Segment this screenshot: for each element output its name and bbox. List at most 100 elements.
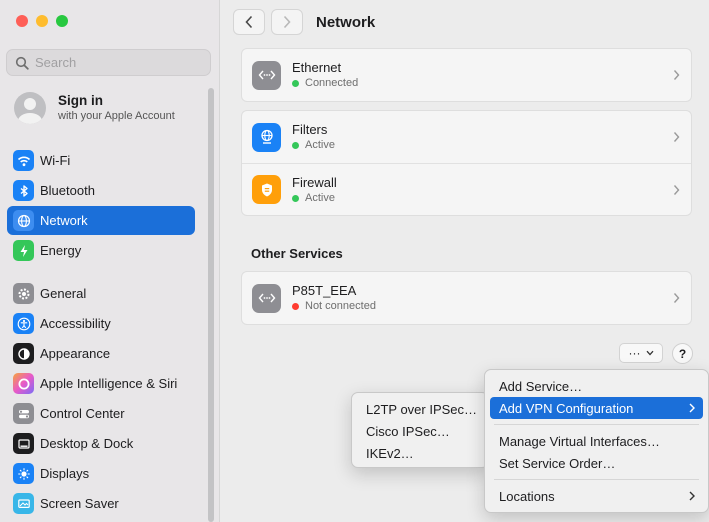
wifi-icon (13, 150, 34, 171)
service-row-p85t-eea[interactable]: P85T_EEA Not connected (242, 272, 691, 324)
page-title: Network (316, 13, 376, 31)
actions-menu: Add Service… Add VPN Configuration Manag… (484, 369, 709, 513)
service-name: Firewall (292, 174, 337, 190)
menu-divider (494, 479, 699, 480)
screensaver-icon (13, 493, 34, 514)
back-button[interactable] (233, 9, 265, 35)
sidebar-item-label: Bluetooth (40, 183, 95, 198)
other-services-heading: Other Services (251, 246, 343, 261)
menu-item-l2tp[interactable]: L2TP over IPSec… (357, 398, 483, 420)
status-dot (292, 80, 299, 87)
service-name: Filters (292, 122, 328, 137)
toggles-icon (13, 403, 34, 424)
globe-icon (13, 210, 34, 231)
dock-icon (13, 433, 34, 454)
chevron-right-icon (673, 132, 680, 142)
sidebar-item-accessibility[interactable]: Accessibility (7, 309, 195, 338)
service-row-ethernet[interactable]: Ethernet Connected (242, 49, 691, 101)
status-dot (292, 303, 299, 310)
search-input[interactable] (35, 55, 195, 70)
chevron-left-icon (245, 15, 253, 29)
sidebar: Sign in with your Apple Account Wi-Fi Bl… (0, 0, 220, 522)
chevron-down-icon (646, 350, 653, 356)
service-row-filters[interactable]: Filters Active (242, 111, 691, 163)
ethernet-icon (252, 283, 281, 313)
status-dot (292, 194, 299, 202)
sidebar-item-network[interactable]: Network (7, 206, 195, 235)
account-title: Sign in (58, 93, 103, 108)
sidebar-item-label: Desktop & Dock (40, 436, 134, 451)
sun-icon (13, 463, 34, 484)
security-card: Filters Active Firewall Active (241, 110, 692, 216)
sidebar-item-control-center[interactable]: Control Center (7, 399, 195, 428)
ethernet-card: Ethernet Connected (241, 48, 692, 102)
service-row-firewall[interactable]: Firewall Active (242, 163, 691, 215)
sidebar-item-label: Network (40, 213, 88, 228)
sidebar-item-apple-intelligence[interactable]: Apple Intelligence & Siri (7, 369, 195, 398)
siri-icon (13, 373, 34, 394)
toolbar: Network (233, 9, 375, 35)
service-status: Not connected (305, 300, 376, 312)
sidebar-item-appearance[interactable]: Appearance (7, 339, 195, 368)
shield-icon (252, 175, 281, 204)
gear-icon (13, 283, 34, 304)
service-name: P85T_EEA (292, 283, 357, 298)
sidebar-item-screen-saver[interactable]: Screen Saver (7, 489, 195, 518)
chevron-right-icon (673, 293, 680, 303)
sidebar-item-label: Control Center (40, 406, 125, 421)
sidebar-item-label: Displays (40, 466, 90, 481)
sidebar-item-displays[interactable]: Displays (7, 459, 195, 488)
service-status: Connected (305, 77, 359, 89)
bluetooth-icon (13, 180, 34, 201)
search-icon (15, 56, 29, 70)
chevron-right-icon (689, 491, 695, 501)
ethernet-icon (252, 60, 281, 90)
chevron-right-icon (673, 70, 680, 80)
menu-item-manage-virtual[interactable]: Manage Virtual Interfaces… (490, 430, 703, 452)
account-signin[interactable]: Sign in with your Apple Account (14, 92, 175, 124)
chevron-right-icon (689, 403, 695, 413)
sidebar-item-label: Energy (40, 243, 82, 258)
chevron-right-icon (673, 184, 680, 195)
sidebar-item-label: Screen Saver (40, 496, 119, 511)
service-status: Active (305, 191, 335, 204)
sidebar-item-general[interactable]: General (7, 279, 195, 308)
sidebar-item-wifi[interactable]: Wi-Fi (7, 146, 195, 175)
sidebar-item-label: Accessibility (40, 316, 111, 331)
bolt-icon (13, 240, 34, 261)
chevron-right-icon (283, 15, 291, 29)
menu-item-label: Locations (499, 488, 555, 504)
menu-item-add-vpn[interactable]: Add VPN Configuration (490, 397, 703, 419)
more-actions-button[interactable]: ··· (619, 343, 663, 363)
menu-item-ikev2[interactable]: IKEv2… (357, 442, 483, 464)
forward-button[interactable] (271, 9, 303, 35)
vpn-submenu: L2TP over IPSec… Cisco IPSec… IKEv2… (351, 392, 489, 468)
appearance-icon (13, 343, 34, 364)
sidebar-item-label: Wi-Fi (40, 153, 71, 168)
window-controls (16, 15, 68, 27)
sidebar-item-desktop-dock[interactable]: Desktop & Dock (7, 429, 195, 458)
service-status: Active (305, 139, 335, 151)
sidebar-item-bluetooth[interactable]: Bluetooth (7, 176, 195, 205)
close-window-button[interactable] (16, 15, 28, 27)
minimize-window-button[interactable] (36, 15, 48, 27)
service-name: Ethernet (292, 60, 342, 75)
ellipsis-icon: ··· (628, 346, 641, 360)
menu-item-cisco-ipsec[interactable]: Cisco IPSec… (357, 420, 483, 442)
account-subtitle: with your Apple Account (58, 110, 175, 122)
search-field[interactable] (6, 49, 211, 76)
menu-item-add-service[interactable]: Add Service… (490, 375, 703, 397)
zoom-window-button[interactable] (56, 15, 68, 27)
menu-item-set-order[interactable]: Set Service Order… (490, 452, 703, 474)
sidebar-item-label: General (40, 286, 87, 301)
status-dot (292, 142, 299, 149)
accessibility-icon (13, 313, 34, 334)
menu-item-locations[interactable]: Locations (490, 485, 703, 507)
help-button[interactable]: ? (672, 343, 693, 364)
other-services-card: P85T_EEA Not connected (241, 271, 692, 325)
avatar (14, 92, 46, 124)
sidebar-item-label: Appearance (40, 346, 111, 361)
menu-divider (494, 424, 699, 425)
sidebar-scrollbar[interactable] (208, 88, 214, 522)
sidebar-item-energy[interactable]: Energy (7, 236, 195, 265)
